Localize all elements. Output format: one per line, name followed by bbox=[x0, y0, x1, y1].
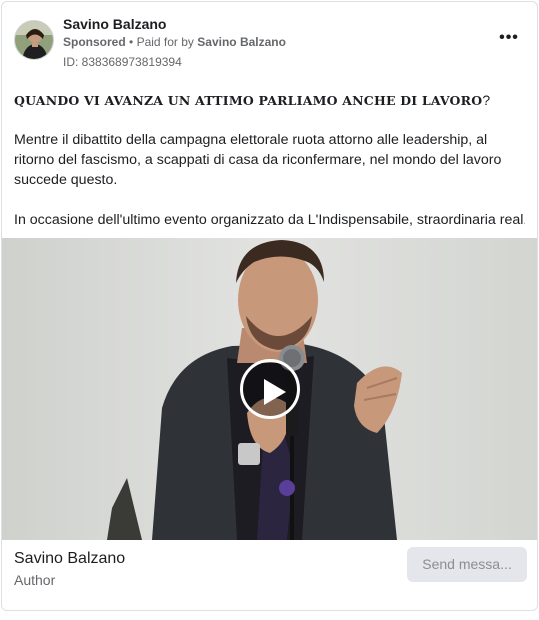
post-footer: Savino Balzano Author Send messa... bbox=[2, 540, 537, 610]
video-player[interactable] bbox=[2, 238, 537, 540]
play-icon bbox=[264, 379, 286, 405]
author-role: Author bbox=[14, 572, 56, 588]
sponsored-line: Sponsored • Paid for by Savino Balzano bbox=[63, 35, 286, 49]
send-message-button[interactable]: Send messa... bbox=[407, 547, 527, 582]
ad-card: Savino Balzano Sponsored • Paid for by S… bbox=[1, 1, 538, 611]
post-headline: QUANDO VI AVANZA UN ATTIMO PARLIAMO ANCH… bbox=[14, 92, 525, 108]
play-button[interactable] bbox=[240, 359, 300, 419]
headline-question-mark: ? bbox=[482, 92, 491, 108]
headline-text: QUANDO VI AVANZA UN ATTIMO PARLIAMO ANCH… bbox=[14, 93, 483, 108]
page-name[interactable]: Savino Balzano bbox=[63, 16, 166, 32]
author-name[interactable]: Savino Balzano bbox=[14, 550, 125, 568]
post-header: Savino Balzano Sponsored • Paid for by S… bbox=[14, 14, 525, 74]
separator-dot: • bbox=[129, 35, 134, 49]
avatar-image bbox=[15, 21, 53, 59]
more-options-button[interactable]: ••• bbox=[497, 30, 521, 52]
sponsored-label: Sponsored bbox=[63, 35, 126, 49]
post-paragraph-2[interactable]: In occasione dell'ultimo evento organizz… bbox=[14, 210, 525, 230]
post-paragraph-1: Mentre il dibattito della campagna elett… bbox=[14, 132, 502, 188]
paid-for-prefix: Paid for by bbox=[136, 35, 194, 49]
paid-for-by-name: Savino Balzano bbox=[197, 35, 286, 49]
page-avatar[interactable] bbox=[14, 20, 54, 60]
ad-id: ID: 838368973819394 bbox=[63, 55, 182, 69]
